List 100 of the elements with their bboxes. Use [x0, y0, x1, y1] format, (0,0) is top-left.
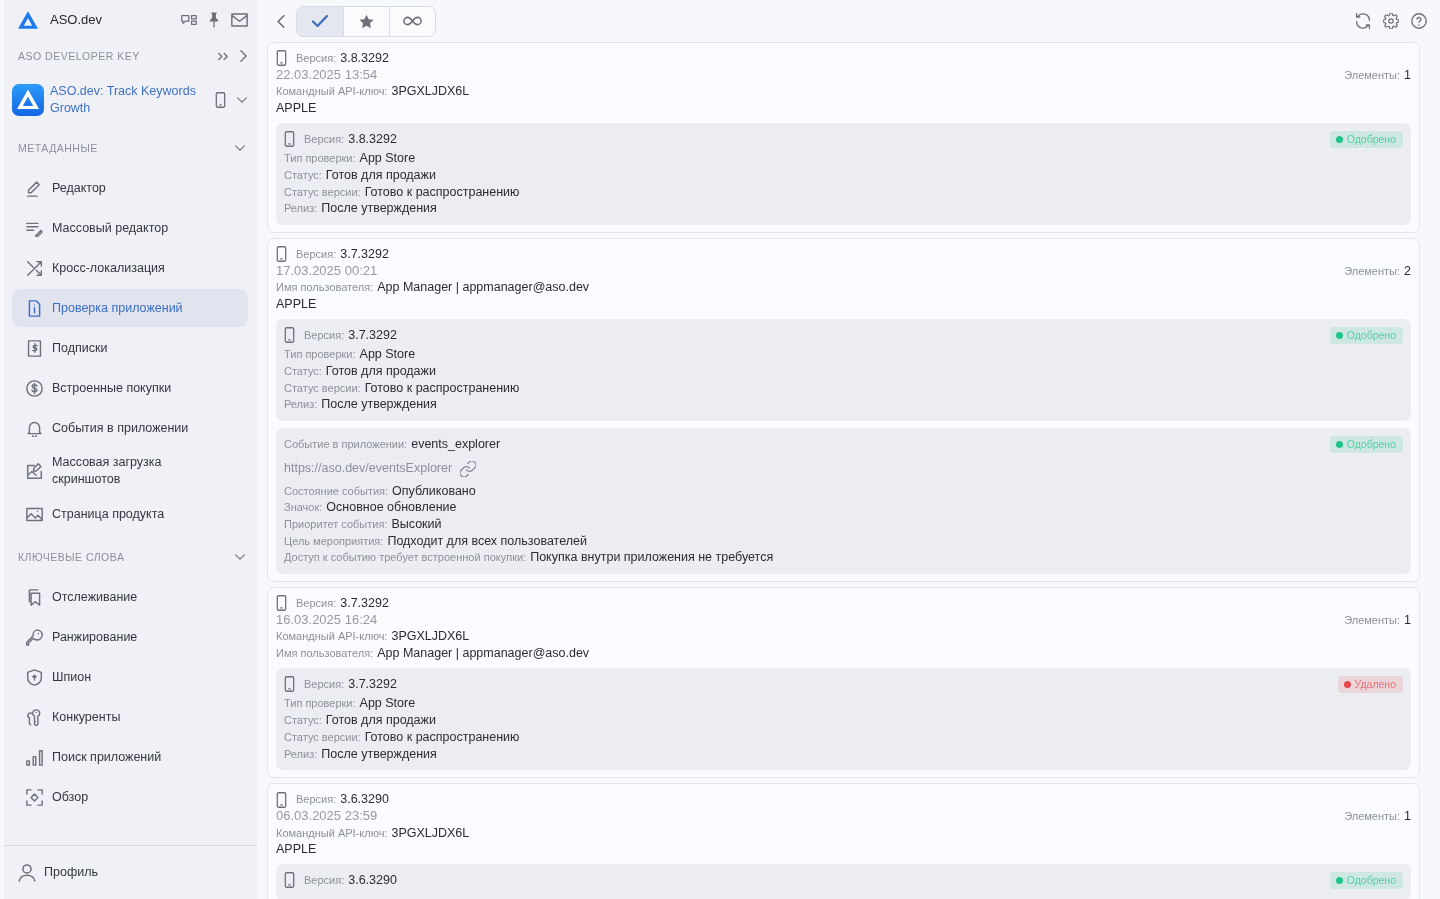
keys-icon — [26, 708, 43, 726]
field-value: После утверждения — [321, 200, 437, 218]
mail-icon[interactable] — [231, 13, 248, 27]
brand-name: ASO.dev — [50, 11, 103, 29]
field-label: Командный API-ключ: — [276, 629, 388, 645]
check-icon — [312, 15, 328, 27]
logo-icon — [18, 11, 38, 29]
field-value: Покупка внутри приложения не требуется — [530, 549, 774, 567]
field-label: Тип проверки: — [284, 347, 356, 363]
count-label: Элементы: — [1344, 612, 1401, 628]
bookmarks-icon — [26, 588, 43, 606]
nav-item[interactable]: Кросс-локализация — [12, 249, 248, 287]
field-value: 3PGXLJDX6L — [391, 628, 470, 646]
field-value: Основное обновление — [326, 499, 457, 517]
filter-button[interactable] — [297, 6, 343, 36]
status-label: Одобрено — [1346, 437, 1396, 453]
date-text: 06.03.2025 23:59 — [276, 807, 379, 825]
platform-text: APPLE — [276, 841, 318, 858]
nav-item[interactable]: Редактор — [12, 169, 248, 207]
nav-item[interactable]: Конкуренты — [12, 698, 248, 736]
app-name[interactable]: ASO.dev: Track Keywords Growth — [50, 83, 209, 117]
field-label: Статус версии: — [284, 380, 361, 396]
count-value: 1 — [1404, 611, 1411, 629]
field-value: App Store — [359, 346, 416, 364]
document-info-icon — [26, 299, 43, 317]
field-value: App Store — [359, 150, 416, 168]
chevron-down-icon[interactable] — [237, 97, 247, 103]
field-value: Готово к распространению — [364, 379, 520, 397]
field-label: Доступ к событию требует встроенной покупки: — [284, 550, 527, 566]
pin-icon[interactable] — [207, 12, 221, 28]
bar-chart-icon — [26, 748, 43, 766]
field-value: Опубликовано — [392, 482, 476, 500]
phone-icon — [284, 676, 295, 693]
field-value: Готов для продажи — [325, 167, 436, 184]
link-icon[interactable] — [460, 460, 477, 477]
nav-item[interactable]: Поиск приложений — [12, 738, 248, 776]
field-label: Значок: — [284, 500, 323, 516]
section-title: МЕТАДАННЫЕ — [18, 140, 98, 156]
chevron-down-icon[interactable] — [235, 554, 245, 560]
status-label: Удалено — [1354, 676, 1396, 692]
pencil-icon — [26, 179, 43, 197]
nav-item[interactable]: Проверка приложений — [12, 289, 248, 327]
date-text: 17.03.2025 00:21 — [276, 262, 379, 280]
nav-item[interactable]: Массовая загрузка скриншотов — [12, 449, 248, 493]
phone-icon — [284, 872, 295, 889]
field-label: Тип проверки: — [284, 696, 356, 712]
field-label: Приоритет события: — [284, 517, 388, 533]
field-label: Релиз: — [284, 397, 318, 413]
field-label: Тип проверки: — [284, 151, 356, 167]
count-value: 2 — [1404, 262, 1411, 280]
nav-item[interactable]: Встроенные покупки — [12, 369, 248, 407]
phone-icon — [215, 92, 226, 108]
status-label: Одобрено — [1346, 131, 1396, 147]
field-value: App Store — [359, 695, 416, 713]
refresh-icon[interactable] — [1355, 13, 1371, 29]
settings-icon[interactable] — [1383, 13, 1399, 29]
phone-icon — [276, 791, 287, 808]
field-value: 3.7.3292 — [348, 326, 397, 344]
field-value: 3.8.3292 — [348, 130, 397, 148]
field-label: Версия: — [304, 676, 345, 692]
app-icon — [12, 84, 44, 116]
scan-icon — [26, 788, 43, 806]
count-label: Элементы: — [1344, 67, 1401, 83]
field-label: Статус версии: — [284, 729, 361, 745]
field-label: Имя пользователя: — [276, 646, 374, 662]
star-icon — [359, 13, 374, 29]
field-label: Статус: — [284, 364, 322, 380]
field-label: Событие в приложении: — [284, 437, 408, 453]
profile-link[interactable]: Профиль — [18, 863, 98, 882]
bell-icon — [26, 419, 43, 437]
field-label: Командный API-ключ: — [276, 84, 388, 100]
nav-item[interactable]: Массовый редактор — [12, 209, 248, 247]
field-value: 3.7.3292 — [348, 675, 397, 693]
nav-item[interactable]: Ранжирование — [12, 618, 248, 656]
double-chevron-icon[interactable] — [218, 51, 228, 61]
field-label: Версия: — [296, 792, 337, 808]
nav-item[interactable]: Шпион — [12, 658, 248, 696]
user-icon — [18, 863, 36, 882]
field-value: 3PGXLJDX6L — [391, 83, 470, 100]
crossed-arrows-icon — [26, 259, 43, 277]
chat-icon[interactable] — [181, 13, 197, 27]
nav-item[interactable]: Обзор — [12, 778, 248, 816]
count-value: 1 — [1404, 807, 1411, 825]
field-value: После утверждения — [321, 396, 437, 414]
field-value: Готов для продажи — [325, 363, 436, 380]
chevron-down-icon[interactable] — [235, 145, 245, 151]
nav-item[interactable]: Отслеживание — [12, 578, 248, 616]
chevron-right-icon[interactable] — [240, 50, 247, 62]
count-label: Элементы: — [1344, 263, 1401, 279]
nav-item[interactable]: Страница продукта — [12, 495, 248, 533]
field-label: Версия: — [296, 596, 337, 612]
nav-item[interactable]: Подписки — [12, 329, 248, 367]
chevron-left-icon — [277, 14, 285, 28]
date-text: 22.03.2025 13:54 — [276, 66, 379, 84]
help-icon[interactable] — [1411, 13, 1427, 29]
field-value: После утверждения — [321, 745, 437, 763]
field-label: Версия: — [304, 131, 345, 147]
nav-item[interactable]: События в приложении — [12, 409, 248, 447]
shield-icon — [26, 668, 43, 686]
field-label: Статус версии: — [284, 184, 361, 200]
